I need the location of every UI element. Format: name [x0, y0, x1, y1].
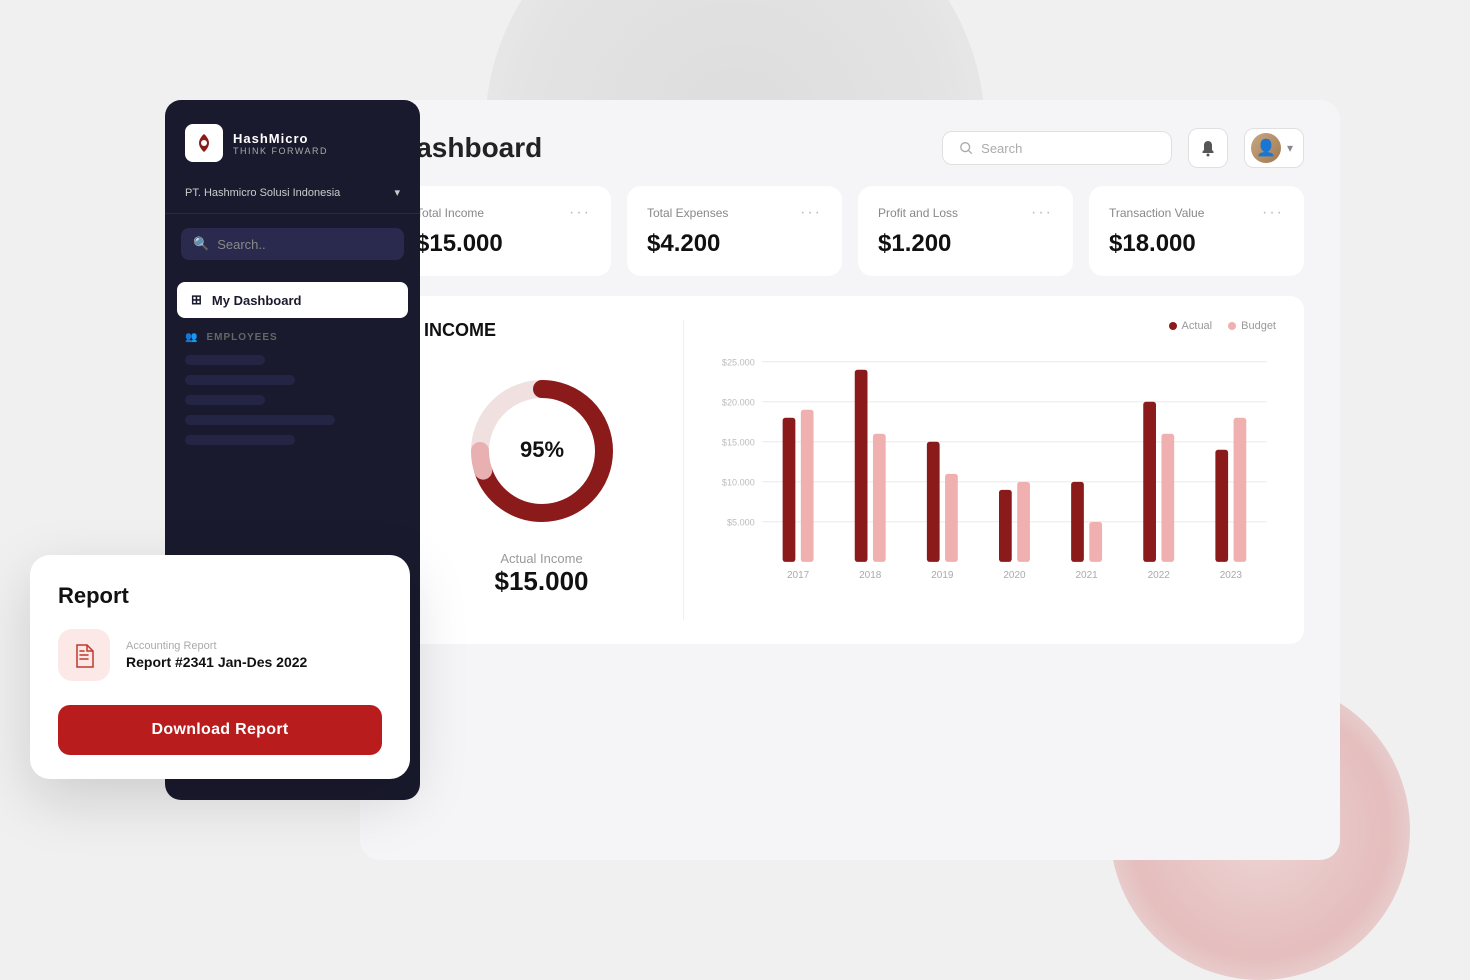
svg-text:2019: 2019 — [931, 570, 954, 581]
sidebar-item-my-dashboard[interactable]: ⊞ My Dashboard — [177, 282, 408, 318]
kpi-card-0: Total Income ··· $15.000 — [396, 186, 611, 276]
kpi-card-2: Profit and Loss ··· $1.200 — [858, 186, 1073, 276]
sidebar-search-input[interactable] — [217, 237, 392, 252]
chart-legend: Actual Budget — [712, 320, 1276, 332]
sidebar-menu: ⊞ My Dashboard 👥 EMPLOYEES — [165, 274, 420, 455]
income-title: INCOME — [424, 320, 659, 341]
svg-text:$15.000: $15.000 — [722, 437, 755, 447]
download-report-button[interactable]: Download Report — [58, 705, 382, 755]
kpi-more-1[interactable]: ··· — [800, 204, 822, 222]
svg-text:2021: 2021 — [1075, 570, 1098, 581]
sidebar-logo: HashMicro THINK FORWARD — [165, 100, 420, 178]
search-icon — [959, 140, 973, 156]
employees-icon: 👥 — [185, 332, 198, 343]
report-icon-wrap — [58, 629, 110, 681]
legend-budget-label: Budget — [1241, 320, 1276, 332]
kpi-value-0: $15.000 — [416, 230, 591, 258]
kpi-label-1: Total Expenses — [647, 206, 728, 220]
avatar-face: 👤 — [1256, 138, 1276, 158]
logo-icon — [185, 124, 223, 162]
income-actual-value: $15.000 — [424, 566, 659, 597]
header-right: 👤 ▾ — [942, 128, 1304, 168]
bar-chart: $25.000 $20.000 $15.000 $10.000 $5.000 2017 20… — [712, 340, 1276, 620]
kpi-more-2[interactable]: ··· — [1031, 204, 1053, 222]
kpi-more-0[interactable]: ··· — [569, 204, 591, 222]
logo-tagline: THINK FORWARD — [233, 146, 328, 156]
svg-text:$10.000: $10.000 — [722, 477, 755, 487]
kpi-label-0: Total Income — [416, 206, 484, 220]
bell-icon — [1199, 139, 1217, 157]
sidebar-search-box[interactable]: 🔍 — [181, 228, 404, 260]
svg-text:$25.000: $25.000 — [722, 357, 755, 367]
report-info: Accounting Report Report #2341 Jan-Des 2… — [126, 640, 307, 670]
kpi-card-1: Total Expenses ··· $4.200 — [627, 186, 842, 276]
sidebar-active-label: My Dashboard — [212, 293, 302, 308]
report-popup-title: Report — [58, 583, 382, 609]
sidebar-section-employees: 👥 EMPLOYEES — [165, 322, 420, 349]
svg-text:2022: 2022 — [1148, 570, 1171, 581]
logo-text: HashMicro THINK FORWARD — [233, 131, 328, 156]
header-search-box[interactable] — [942, 131, 1172, 165]
income-left: INCOME 95% Actual Income $15.000 — [424, 320, 684, 620]
sidebar-company-name: PT. Hashmicro Solusi Indonesia — [185, 187, 340, 199]
svg-text:2018: 2018 — [859, 570, 882, 581]
legend-actual-label: Actual — [1182, 320, 1213, 332]
legend-actual-dot — [1169, 322, 1177, 330]
sidebar-skeleton-2 — [185, 375, 295, 385]
report-item: Accounting Report Report #2341 Jan-Des 2… — [58, 629, 382, 681]
sidebar-section-label: EMPLOYEES — [206, 332, 277, 343]
report-popup: Report Accounting Report Report #2341 Ja… — [30, 555, 410, 779]
svg-text:2023: 2023 — [1220, 570, 1243, 581]
kpi-label-3: Transaction Value — [1109, 206, 1204, 220]
dashboard-panel: Dashboard 👤 — [360, 100, 1340, 860]
donut-percent-text: 95% — [519, 437, 563, 462]
sidebar-company[interactable]: PT. Hashmicro Solusi Indonesia ▾ — [165, 178, 420, 214]
kpi-more-3[interactable]: ··· — [1262, 204, 1284, 222]
report-type: Accounting Report — [126, 640, 307, 652]
report-name: Report #2341 Jan-Des 2022 — [126, 654, 307, 670]
sidebar-skeleton-1 — [185, 355, 265, 365]
avatar-chevron-icon: ▾ — [1287, 141, 1293, 155]
legend-budget: Budget — [1228, 320, 1276, 332]
user-avatar-button[interactable]: 👤 ▾ — [1244, 128, 1304, 168]
kpi-value-1: $4.200 — [647, 230, 822, 258]
income-actual-label: Actual Income — [424, 551, 659, 566]
donut-chart: 95% — [462, 371, 622, 531]
income-right: Actual Budget $25.000 $20.000 $15.000 $10.0… — [684, 320, 1276, 620]
notification-button[interactable] — [1188, 128, 1228, 168]
svg-text:$20.000: $20.000 — [722, 397, 755, 407]
kpi-value-3: $18.000 — [1109, 230, 1284, 258]
logo-brand: HashMicro — [233, 131, 328, 146]
chevron-down-icon: ▾ — [394, 186, 400, 199]
sidebar-skeleton-5 — [185, 435, 295, 445]
svg-text:$5.000: $5.000 — [727, 517, 755, 527]
dashboard-header: Dashboard 👤 — [360, 100, 1340, 186]
donut-container: 95% — [424, 371, 659, 531]
income-section: INCOME 95% Actual Income $15.000 — [396, 296, 1304, 644]
legend-actual: Actual — [1169, 320, 1213, 332]
legend-budget-dot — [1228, 322, 1236, 330]
dashboard-icon: ⊞ — [191, 292, 202, 308]
kpi-row: Total Income ··· $15.000 Total Expenses … — [360, 186, 1340, 296]
sidebar-skeleton-4 — [185, 415, 335, 425]
avatar: 👤 — [1251, 133, 1281, 163]
document-icon — [71, 642, 97, 668]
kpi-value-2: $1.200 — [878, 230, 1053, 258]
kpi-label-2: Profit and Loss — [878, 206, 958, 220]
sidebar-skeleton-3 — [185, 395, 265, 405]
svg-text:2017: 2017 — [787, 570, 810, 581]
kpi-card-3: Transaction Value ··· $18.000 — [1089, 186, 1304, 276]
svg-text:2020: 2020 — [1003, 570, 1026, 581]
header-search-input[interactable] — [981, 141, 1155, 156]
sidebar-search-icon: 🔍 — [193, 236, 209, 252]
